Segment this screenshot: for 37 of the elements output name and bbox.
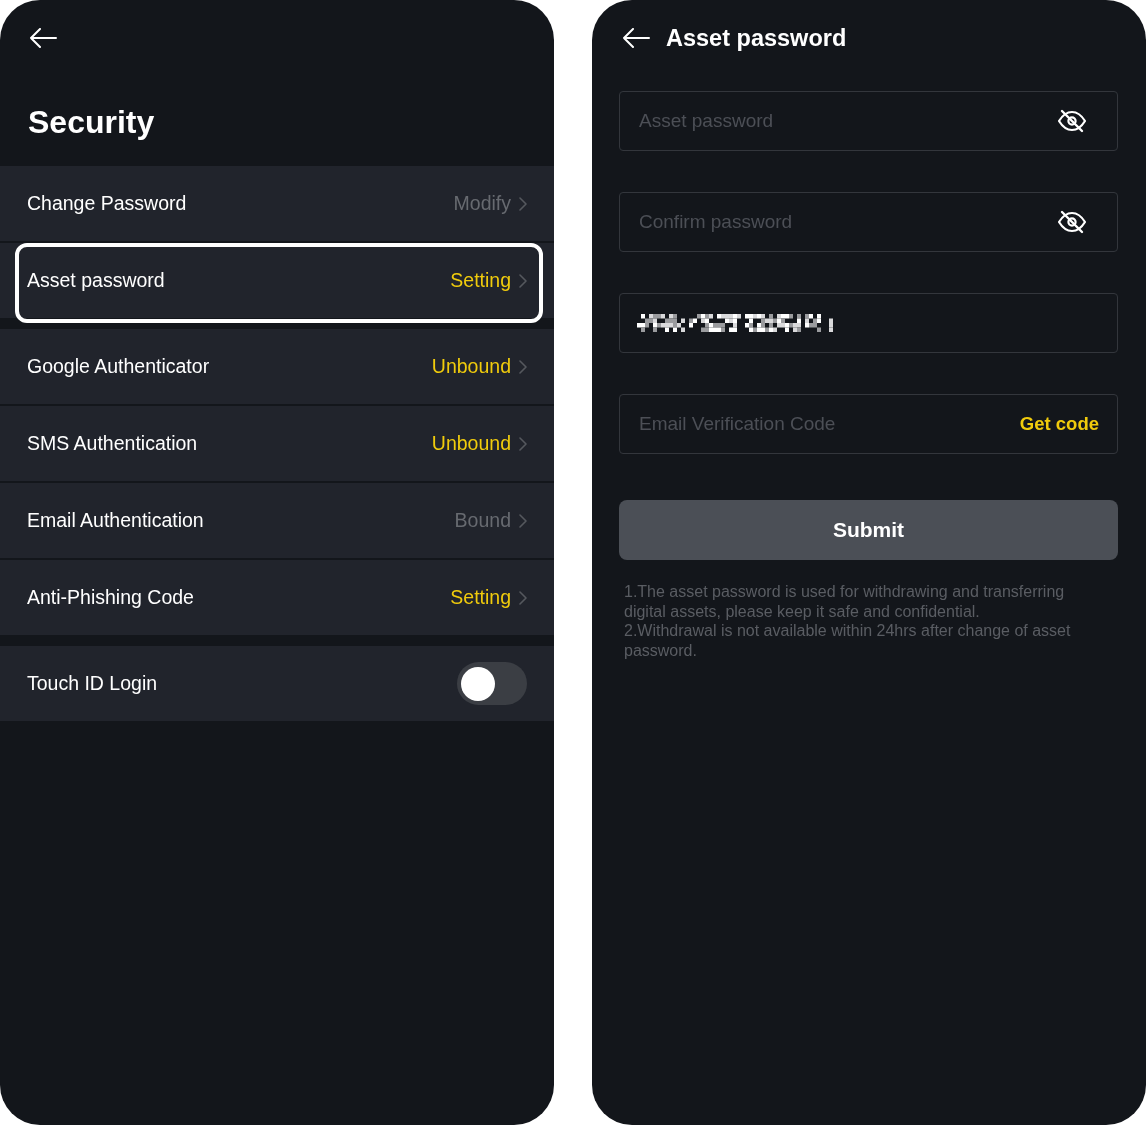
status-text: Setting (450, 269, 511, 292)
text-field[interactable] (619, 293, 1118, 353)
status-text: Bound (454, 509, 511, 532)
chevron-icon (519, 196, 527, 211)
status-text: Modify (453, 192, 511, 215)
toggle-switch[interactable] (457, 662, 527, 705)
status-text: Unbound (431, 432, 511, 455)
page-title: Security (28, 103, 156, 141)
row-label: Email Authentication (27, 509, 204, 532)
row-label: Change Password (27, 192, 187, 215)
chevron-icon (519, 590, 527, 605)
note-text: 1.The asset password is used for withdrawing and transferring digital assets, please keep it safe and confidential. (624, 582, 1066, 621)
eye-slash-icon[interactable] (1057, 210, 1087, 234)
row-label: Google Authenticator (27, 355, 210, 378)
password-field[interactable]: Asset password (619, 91, 1118, 151)
back-arrow-icon[interactable] (29, 28, 57, 48)
chevron-icon (519, 359, 527, 374)
page-title: Asset password (666, 26, 847, 50)
menu-row[interactable]: Anti-Phishing Code Setting (0, 560, 554, 635)
row-label: Asset password (27, 269, 165, 292)
row-label: Touch ID Login (27, 672, 158, 695)
password-field[interactable]: Confirm password (619, 192, 1118, 252)
chevron-icon (519, 273, 527, 288)
chevron-icon (519, 436, 527, 451)
note-text: 2.Withdrawal is not available within 24hrs after change of asset password. (624, 621, 1072, 660)
status-text: Unbound (431, 355, 511, 378)
chevron-icon (519, 513, 527, 528)
menu-row[interactable]: Google Authenticator Unbound (0, 329, 554, 404)
row-label: Anti-Phishing Code (27, 586, 194, 609)
status-text: Setting (450, 586, 511, 609)
menu-row[interactable]: SMS Authentication Unbound (0, 406, 554, 481)
row-label: SMS Authentication (27, 432, 198, 455)
menu-row[interactable]: Change Password Modify (0, 166, 554, 241)
menu-row[interactable]: Email Authentication Bound (0, 483, 554, 558)
eye-slash-icon[interactable] (1057, 109, 1087, 133)
back-arrow-icon[interactable] (622, 28, 650, 48)
get-code-button[interactable]: Get code (1019, 413, 1099, 435)
